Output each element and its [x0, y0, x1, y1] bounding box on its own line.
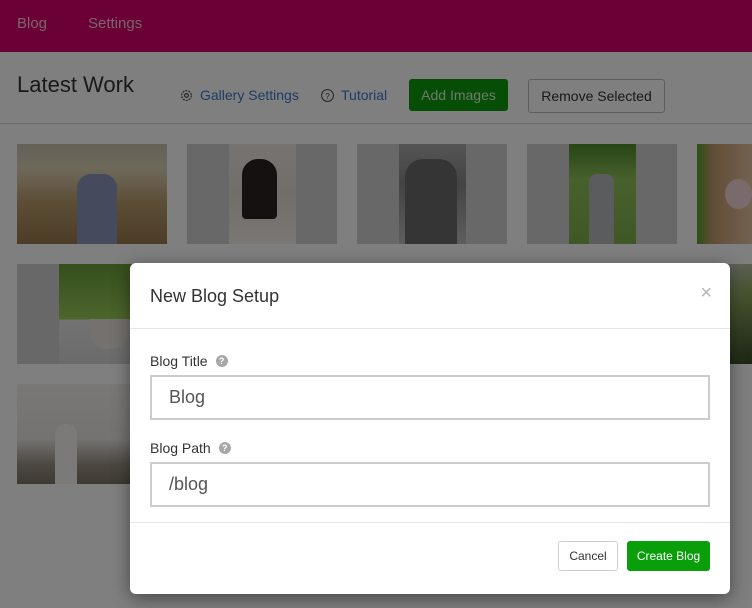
modal-header: New Blog Setup ×	[130, 263, 730, 329]
help-icon[interactable]: ?	[218, 442, 231, 454]
modal-title: New Blog Setup	[150, 286, 280, 306]
modal-body: Blog Title ? Blog Path ?	[130, 329, 730, 523]
blog-title-label: Blog Title ?	[150, 353, 228, 369]
cancel-button[interactable]: Cancel	[558, 541, 618, 571]
close-icon[interactable]: ×	[700, 283, 712, 303]
help-icon[interactable]: ?	[215, 355, 228, 367]
blog-title-label-text: Blog Title	[150, 353, 208, 369]
create-blog-button[interactable]: Create Blog	[627, 541, 710, 571]
modal-footer: Cancel Create Blog	[130, 523, 730, 593]
new-blog-modal: New Blog Setup × Blog Title ? Blog Path …	[130, 263, 730, 594]
blog-path-label: Blog Path ?	[150, 440, 231, 456]
blog-path-input[interactable]	[150, 462, 710, 507]
blog-path-label-text: Blog Path	[150, 440, 211, 456]
blog-title-input[interactable]	[150, 375, 710, 420]
